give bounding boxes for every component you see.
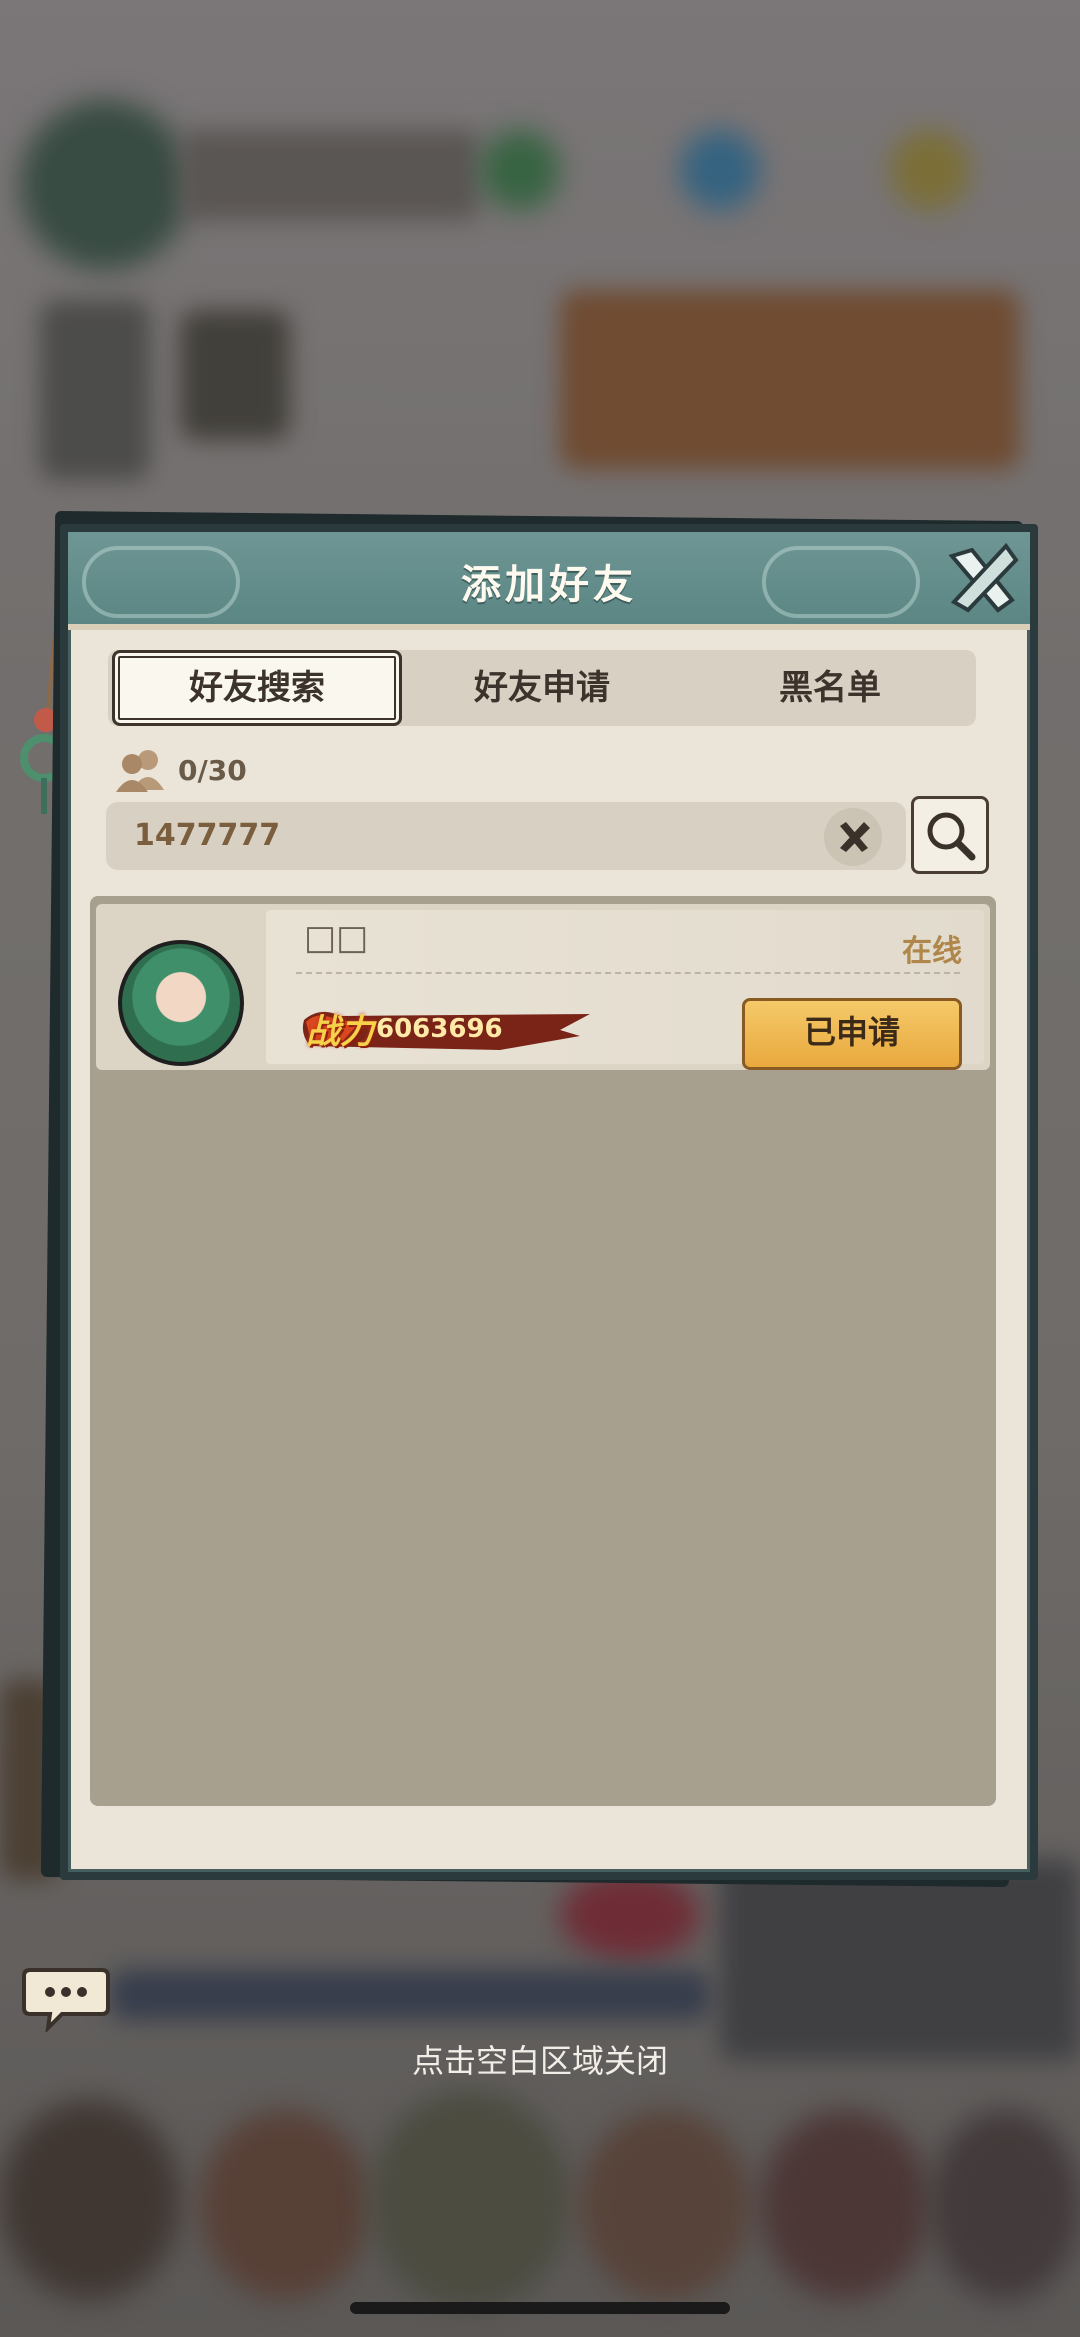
tab-blacklist-label: 黑名单 bbox=[779, 668, 881, 708]
add-friend-dialog: 添加好友 好友搜索 好友申请 黑名单 0/30 1477777 □□ 在线 战力… bbox=[60, 524, 1038, 1880]
applied-button[interactable]: 已申请 bbox=[742, 998, 962, 1070]
friends-icon bbox=[116, 750, 164, 792]
search-icon[interactable] bbox=[911, 796, 989, 874]
dialog-title-bar: 添加好友 bbox=[68, 532, 1030, 630]
tap-to-close-hint: 点击空白区域关闭 bbox=[411, 2042, 668, 2080]
friend-count: 0/30 bbox=[178, 753, 247, 787]
power-value: 6063696 bbox=[376, 1014, 503, 1044]
tab-friend-requests-label: 好友申请 bbox=[474, 668, 610, 708]
clear-search-icon[interactable] bbox=[824, 808, 882, 866]
tab-bar: 好友搜索 好友申请 黑名单 bbox=[108, 650, 976, 726]
search-input-value: 1477777 bbox=[134, 818, 281, 853]
tab-blacklist[interactable]: 黑名单 bbox=[688, 650, 972, 726]
tab-friend-search-label: 好友搜索 bbox=[189, 668, 325, 708]
player-name: □□ bbox=[304, 918, 369, 958]
avatar[interactable] bbox=[118, 940, 244, 1066]
tab-friend-requests[interactable]: 好友申请 bbox=[400, 650, 684, 726]
home-indicator[interactable] bbox=[350, 2302, 730, 2314]
list-item: □□ 在线 战力 6063696 已申请 bbox=[96, 904, 990, 1070]
power-label: 战力 bbox=[306, 1012, 374, 1052]
friend-count-row: 0/30 bbox=[114, 748, 247, 792]
online-status: 在线 bbox=[902, 934, 962, 969]
divider bbox=[296, 972, 960, 974]
chat-bubble-icon[interactable] bbox=[22, 1962, 110, 2032]
search-results-list: □□ 在线 战力 6063696 已申请 bbox=[90, 896, 996, 1806]
close-icon[interactable] bbox=[942, 538, 1022, 618]
search-input[interactable]: 1477777 bbox=[106, 802, 906, 870]
tab-friend-search[interactable]: 好友搜索 bbox=[112, 650, 402, 726]
dialog-title: 添加好友 bbox=[461, 562, 637, 608]
